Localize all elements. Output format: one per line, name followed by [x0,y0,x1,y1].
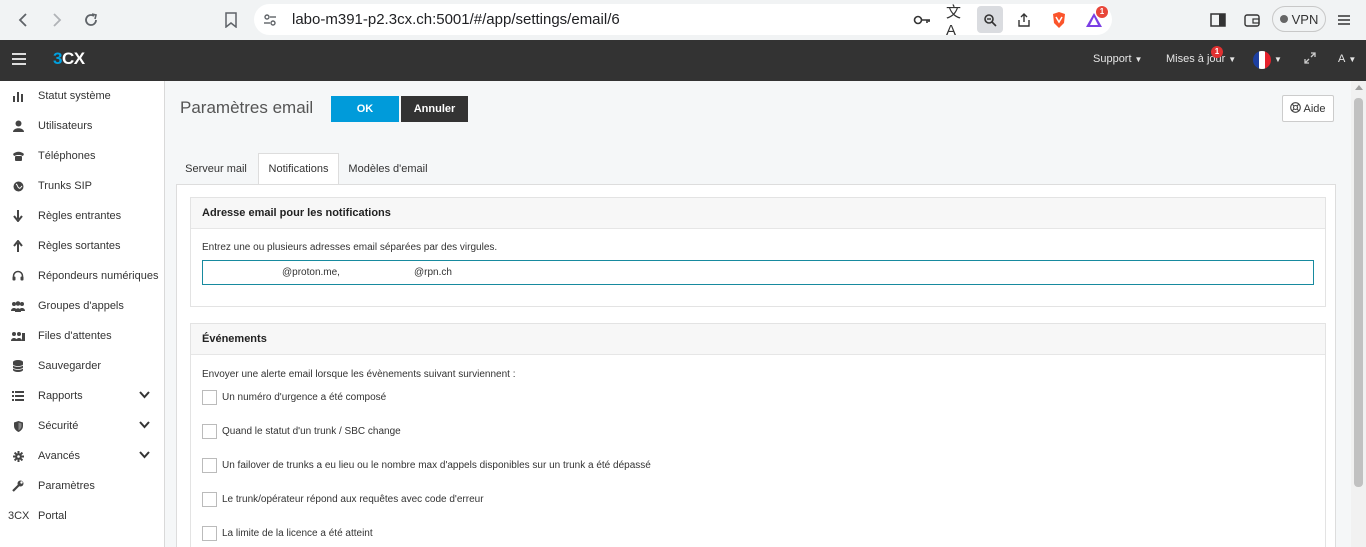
user-icon [11,119,25,133]
sidebar-item-securite[interactable]: Sécurité [0,411,164,441]
scroll-thumb[interactable] [1354,98,1363,487]
event-checkbox[interactable] [202,389,217,405]
sidebar-item-parametres[interactable]: Paramètres [0,471,164,501]
events-description: Envoyer une alerte email lorsque les évè… [202,369,516,380]
url-text: labo-m391-p2.3cx.ch:5001/#/app/settings/… [292,11,620,28]
headset-icon [11,269,25,283]
notification-email-section: Adresse email pour les notifications Ent… [190,197,1326,307]
menu-icon[interactable] [1332,8,1356,32]
sidebar-item-trunks-sip[interactable]: Trunks SIP [0,171,164,201]
sidebar-item-rapports[interactable]: Rapports [0,381,164,411]
sidebar-item-groupes-appels[interactable]: Groupes d'appels [0,291,164,321]
event-checkbox[interactable] [202,457,217,473]
wallet-icon[interactable] [1240,8,1264,32]
chevron-down-icon[interactable] [139,390,150,402]
shield-icon [11,419,25,433]
tab-notifications[interactable]: Notifications [258,153,339,185]
reload-icon[interactable] [79,8,103,32]
caret-down-icon: ▼ [1348,54,1357,64]
cancel-button[interactable]: Annuler [401,96,468,122]
bar-chart-icon [11,89,25,103]
chevron-down-icon[interactable] [139,450,150,462]
caret-down-icon: ▼ [1134,54,1143,64]
arrow-down-icon [11,209,25,223]
back-icon[interactable] [12,8,36,32]
list-icon [11,389,25,403]
key-icon[interactable] [912,10,932,30]
page-scrollbar[interactable] [1351,81,1366,547]
sidebar-item-utilisateurs[interactable]: Utilisateurs [0,111,164,141]
browser-toolbar: labo-m391-p2.3cx.ch:5001/#/app/settings/… [0,0,1366,40]
queue-icon [11,329,25,343]
event-item[interactable]: Un numéro d'urgence a été composé [202,389,386,405]
user-menu[interactable]: A ▼ [1338,53,1356,65]
lifebuoy-icon [1290,101,1302,116]
gear-icon [11,449,25,463]
sidebar-item-repondeurs-numeriques[interactable]: Répondeurs numériques [0,261,164,291]
sidebar-toggle-icon[interactable] [1206,8,1230,32]
phone-icon [11,149,25,163]
notification-email-input[interactable]: @proton.me, @rpn.ch [202,260,1314,285]
arrow-up-icon [11,239,25,253]
event-item[interactable]: Un failover de trunks a eu lieu ou le no… [202,457,651,473]
scroll-up-icon[interactable] [1355,85,1363,90]
events-section: Événements Envoyer une alerte email lors… [190,323,1326,547]
notification-email-heading: Adresse email pour les notifications [191,198,1325,229]
site-settings-icon[interactable] [260,10,280,30]
sidebar-item-files-attentes[interactable]: Files d'attentes [0,321,164,351]
database-icon [11,359,25,373]
hamburger-menu-icon[interactable] [12,53,26,68]
email-value-part1: @proton.me, [282,267,340,278]
tab-serveur-mail[interactable]: Serveur mail [176,153,256,185]
events-heading: Événements [191,324,1325,355]
sidebar-item-telephones[interactable]: Téléphones [0,141,164,171]
sidebar-item-regles-entrantes[interactable]: Règles entrantes [0,201,164,231]
event-item[interactable]: Le trunk/opérateur répond aux requêtes a… [202,491,484,507]
sidebar-item-avances[interactable]: Avancés [0,441,164,471]
event-item[interactable]: La limite de la licence a été atteint [202,525,373,541]
updates-badge: 1 [1211,46,1223,58]
event-checkbox[interactable] [202,423,217,439]
wrench-icon [11,479,25,493]
app-logo[interactable]: 3CX [53,49,85,69]
forward-icon[interactable] [44,8,68,32]
sidebar-item-portal[interactable]: 3CX Portal [0,501,164,531]
chevron-down-icon[interactable] [139,420,150,432]
fullscreen-icon[interactable] [1304,52,1316,67]
language-caret-icon[interactable]: ▼ [1274,55,1282,64]
globe-icon [11,179,25,193]
share-icon[interactable] [1014,10,1034,30]
rewards-badge: 1 [1096,6,1108,18]
ok-button[interactable]: OK [331,96,399,122]
vpn-label: VPN [1291,11,1319,27]
email-value-part2: @rpn.ch [414,267,452,278]
page-title: Paramètres email [180,98,314,117]
group-icon [11,299,25,313]
app-header: 3CX Support ▼ Mises à jour ▼ 1 ▼ A ▼ [0,40,1366,81]
vpn-status-icon [1279,15,1288,23]
updates-menu[interactable]: Mises à jour ▼ [1166,53,1236,65]
sidebar-item-regles-sortantes[interactable]: Règles sortantes [0,231,164,261]
event-checkbox[interactable] [202,525,217,541]
event-item[interactable]: Quand le statut d'un trunk / SBC change [202,423,401,439]
zoom-icon[interactable] [977,6,1003,33]
tab-modeles-email[interactable]: Modèles d'email [341,153,435,185]
language-flag-icon[interactable] [1253,51,1271,69]
address-bar[interactable]: labo-m391-p2.3cx.ch:5001/#/app/settings/… [254,4,1112,39]
portal-3cx-icon: 3CX [8,510,30,522]
support-menu[interactable]: Support ▼ [1093,53,1142,65]
main-content: Paramètres email OK Annuler Aide Serveur… [165,81,1351,547]
sidebar-item-statut-systeme[interactable]: Statut système [0,81,164,111]
event-checkbox[interactable] [202,491,217,507]
translate-icon[interactable]: 文A [946,4,966,39]
brave-shield-icon[interactable] [1049,10,1069,30]
help-button[interactable]: Aide [1282,95,1334,122]
caret-down-icon: ▼ [1228,54,1237,64]
tab-content-panel: Adresse email pour les notifications Ent… [176,184,1336,547]
vpn-button[interactable]: VPN [1272,6,1326,32]
bookmark-icon[interactable] [219,8,243,32]
sidebar-item-sauvegarder[interactable]: Sauvegarder [0,351,164,381]
sidebar: Statut système Utilisateurs Téléphones T… [0,81,165,547]
notification-email-description: Entrez une ou plusieurs adresses email s… [202,242,498,253]
